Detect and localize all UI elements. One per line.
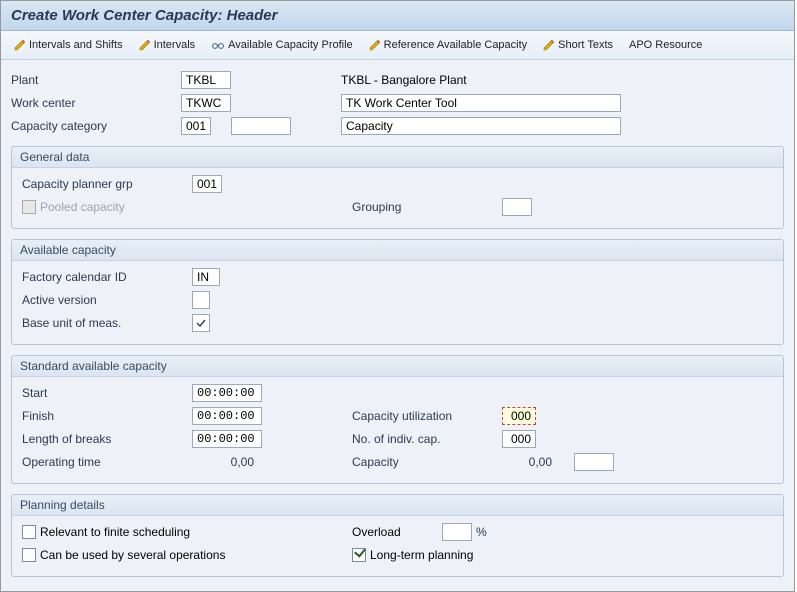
plant-label: Plant xyxy=(11,73,181,87)
plant-description: TKBL - Bangalore Plant xyxy=(341,73,467,87)
longterm-planning-checkbox[interactable] xyxy=(352,548,366,562)
content-area: Plant TKBL - Bangalore Plant Work center… xyxy=(1,60,794,591)
intervals-label: Intervals xyxy=(154,39,196,51)
page-title: Create Work Center Capacity: Header xyxy=(1,1,794,31)
work-center-row: Work center xyxy=(11,93,784,113)
pencil-icon xyxy=(369,39,381,51)
capacity-utilization-label: Capacity utilization xyxy=(352,409,502,423)
capacity-utilization-field[interactable] xyxy=(502,407,536,425)
plant-field xyxy=(181,71,231,89)
pooled-capacity-label: Pooled capacity xyxy=(40,200,125,214)
work-center-label: Work center xyxy=(11,96,181,110)
grouping-label: Grouping xyxy=(352,200,502,214)
available-capacity-group: Available capacity Factory calendar ID A… xyxy=(11,239,784,345)
factory-calendar-label: Factory calendar ID xyxy=(22,270,192,284)
avail-profile-label: Available Capacity Profile xyxy=(228,39,353,51)
indiv-cap-field[interactable] xyxy=(502,430,536,448)
capacity-category-label: Capacity category xyxy=(11,119,181,133)
finite-scheduling-checkbox[interactable] xyxy=(22,525,36,539)
breaks-field[interactable] xyxy=(192,430,262,448)
grouping-field[interactable] xyxy=(502,198,532,216)
overload-label: Overload xyxy=(352,525,442,539)
capacity-value: 0,00 xyxy=(502,455,556,469)
work-center-text-field[interactable] xyxy=(341,94,621,112)
longterm-planning-label: Long-term planning xyxy=(370,548,473,562)
ref-avail-button[interactable]: Reference Available Capacity xyxy=(362,35,535,55)
capacity-category-text-field[interactable] xyxy=(341,117,621,135)
operating-time-value: 0,00 xyxy=(192,455,258,469)
active-version-field[interactable] xyxy=(192,291,210,309)
toolbar: Intervals and Shifts Intervals Available… xyxy=(1,31,794,60)
pooled-capacity-checkbox xyxy=(22,200,36,214)
operating-time-label: Operating time xyxy=(22,455,192,469)
factory-calendar-field[interactable] xyxy=(192,268,220,286)
short-texts-label: Short Texts xyxy=(558,39,613,51)
finish-label: Finish xyxy=(22,409,192,423)
plant-row: Plant TKBL - Bangalore Plant xyxy=(11,70,784,90)
capacity-category-field xyxy=(181,117,211,135)
base-uom-label: Base unit of meas. xyxy=(22,316,192,330)
capacity-category-extra-field[interactable] xyxy=(231,117,291,135)
ref-avail-label: Reference Available Capacity xyxy=(384,39,528,51)
checkmark-icon xyxy=(195,317,207,329)
glasses-icon xyxy=(211,39,225,51)
capacity-category-row: Capacity category xyxy=(11,116,784,136)
factory-calendar-row: Factory calendar ID xyxy=(22,267,773,287)
avail-profile-button[interactable]: Available Capacity Profile xyxy=(204,35,360,55)
intervals-button[interactable]: Intervals xyxy=(132,35,203,55)
capacity-uom-field[interactable] xyxy=(574,453,614,471)
pencil-icon xyxy=(139,39,151,51)
apo-resource-label: APO Resource xyxy=(629,39,702,51)
several-ops-label: Can be used by several operations xyxy=(40,548,225,562)
finite-row: Relevant to finite scheduling Overload % xyxy=(22,522,773,542)
several-ops-row: Can be used by several operations Long-t… xyxy=(22,545,773,565)
capacity-label: Capacity xyxy=(352,455,502,469)
finish-row: Finish Capacity utilization xyxy=(22,406,773,426)
intervals-shifts-label: Intervals and Shifts xyxy=(29,39,123,51)
base-uom-lookup-button[interactable] xyxy=(192,314,210,332)
start-field[interactable] xyxy=(192,384,262,402)
start-label: Start xyxy=(22,386,192,400)
window: Create Work Center Capacity: Header Inte… xyxy=(0,0,795,592)
start-row: Start xyxy=(22,383,773,403)
available-capacity-title: Available capacity xyxy=(12,240,783,261)
overload-field[interactable] xyxy=(442,523,472,541)
standard-capacity-title: Standard available capacity xyxy=(12,356,783,377)
active-version-row: Active version xyxy=(22,290,773,310)
planning-details-title: Planning details xyxy=(12,495,783,516)
active-version-label: Active version xyxy=(22,293,192,307)
planning-details-group: Planning details Relevant to finite sche… xyxy=(11,494,784,577)
percent-sign: % xyxy=(476,525,487,539)
finish-field[interactable] xyxy=(192,407,262,425)
planner-grp-field[interactable] xyxy=(192,175,222,193)
general-data-title: General data xyxy=(12,147,783,168)
short-texts-button[interactable]: Short Texts xyxy=(536,35,620,55)
finite-scheduling-label: Relevant to finite scheduling xyxy=(40,525,190,539)
indiv-cap-label: No. of indiv. cap. xyxy=(352,432,502,446)
several-ops-checkbox[interactable] xyxy=(22,548,36,562)
general-data-group: General data Capacity planner grp Pooled… xyxy=(11,146,784,229)
base-uom-row: Base unit of meas. xyxy=(22,313,773,333)
apo-resource-button[interactable]: APO Resource xyxy=(622,35,709,55)
breaks-label: Length of breaks xyxy=(22,432,192,446)
standard-capacity-group: Standard available capacity Start Finish… xyxy=(11,355,784,484)
planner-grp-label: Capacity planner grp xyxy=(22,177,192,191)
planner-grp-row: Capacity planner grp xyxy=(22,174,773,194)
work-center-field xyxy=(181,94,231,112)
pencil-icon xyxy=(14,39,26,51)
pooled-capacity-row: Pooled capacity Grouping xyxy=(22,197,773,217)
optime-row: Operating time 0,00 Capacity 0,00 xyxy=(22,452,773,472)
pencil-icon xyxy=(543,39,555,51)
intervals-shifts-button[interactable]: Intervals and Shifts xyxy=(7,35,130,55)
breaks-row: Length of breaks No. of indiv. cap. xyxy=(22,429,773,449)
